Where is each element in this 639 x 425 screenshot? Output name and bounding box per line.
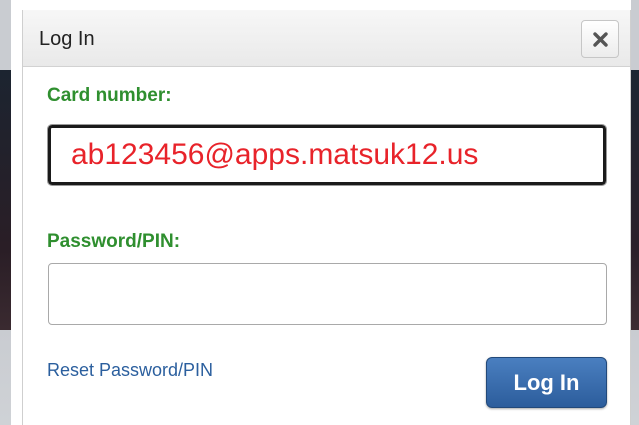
close-icon (593, 32, 608, 47)
password-pin-label: Password/PIN: (47, 231, 181, 252)
dialog-title: Log In (39, 28, 95, 50)
password-pin-input[interactable] (48, 263, 607, 325)
card-number-input[interactable] (47, 124, 607, 186)
screen: Log In Card number: Password/PIN: Reset … (0, 0, 639, 425)
background-page-edge-left (0, 0, 11, 425)
dialog-titlebar: Log In (23, 10, 630, 67)
card-number-label: Card number: (47, 85, 172, 106)
background-page-edge-right (631, 0, 639, 425)
reset-password-link[interactable]: Reset Password/PIN (47, 360, 213, 381)
login-button[interactable]: Log In (486, 357, 607, 408)
login-dialog: Log In Card number: Password/PIN: Reset … (22, 10, 631, 425)
close-button[interactable] (581, 20, 619, 58)
